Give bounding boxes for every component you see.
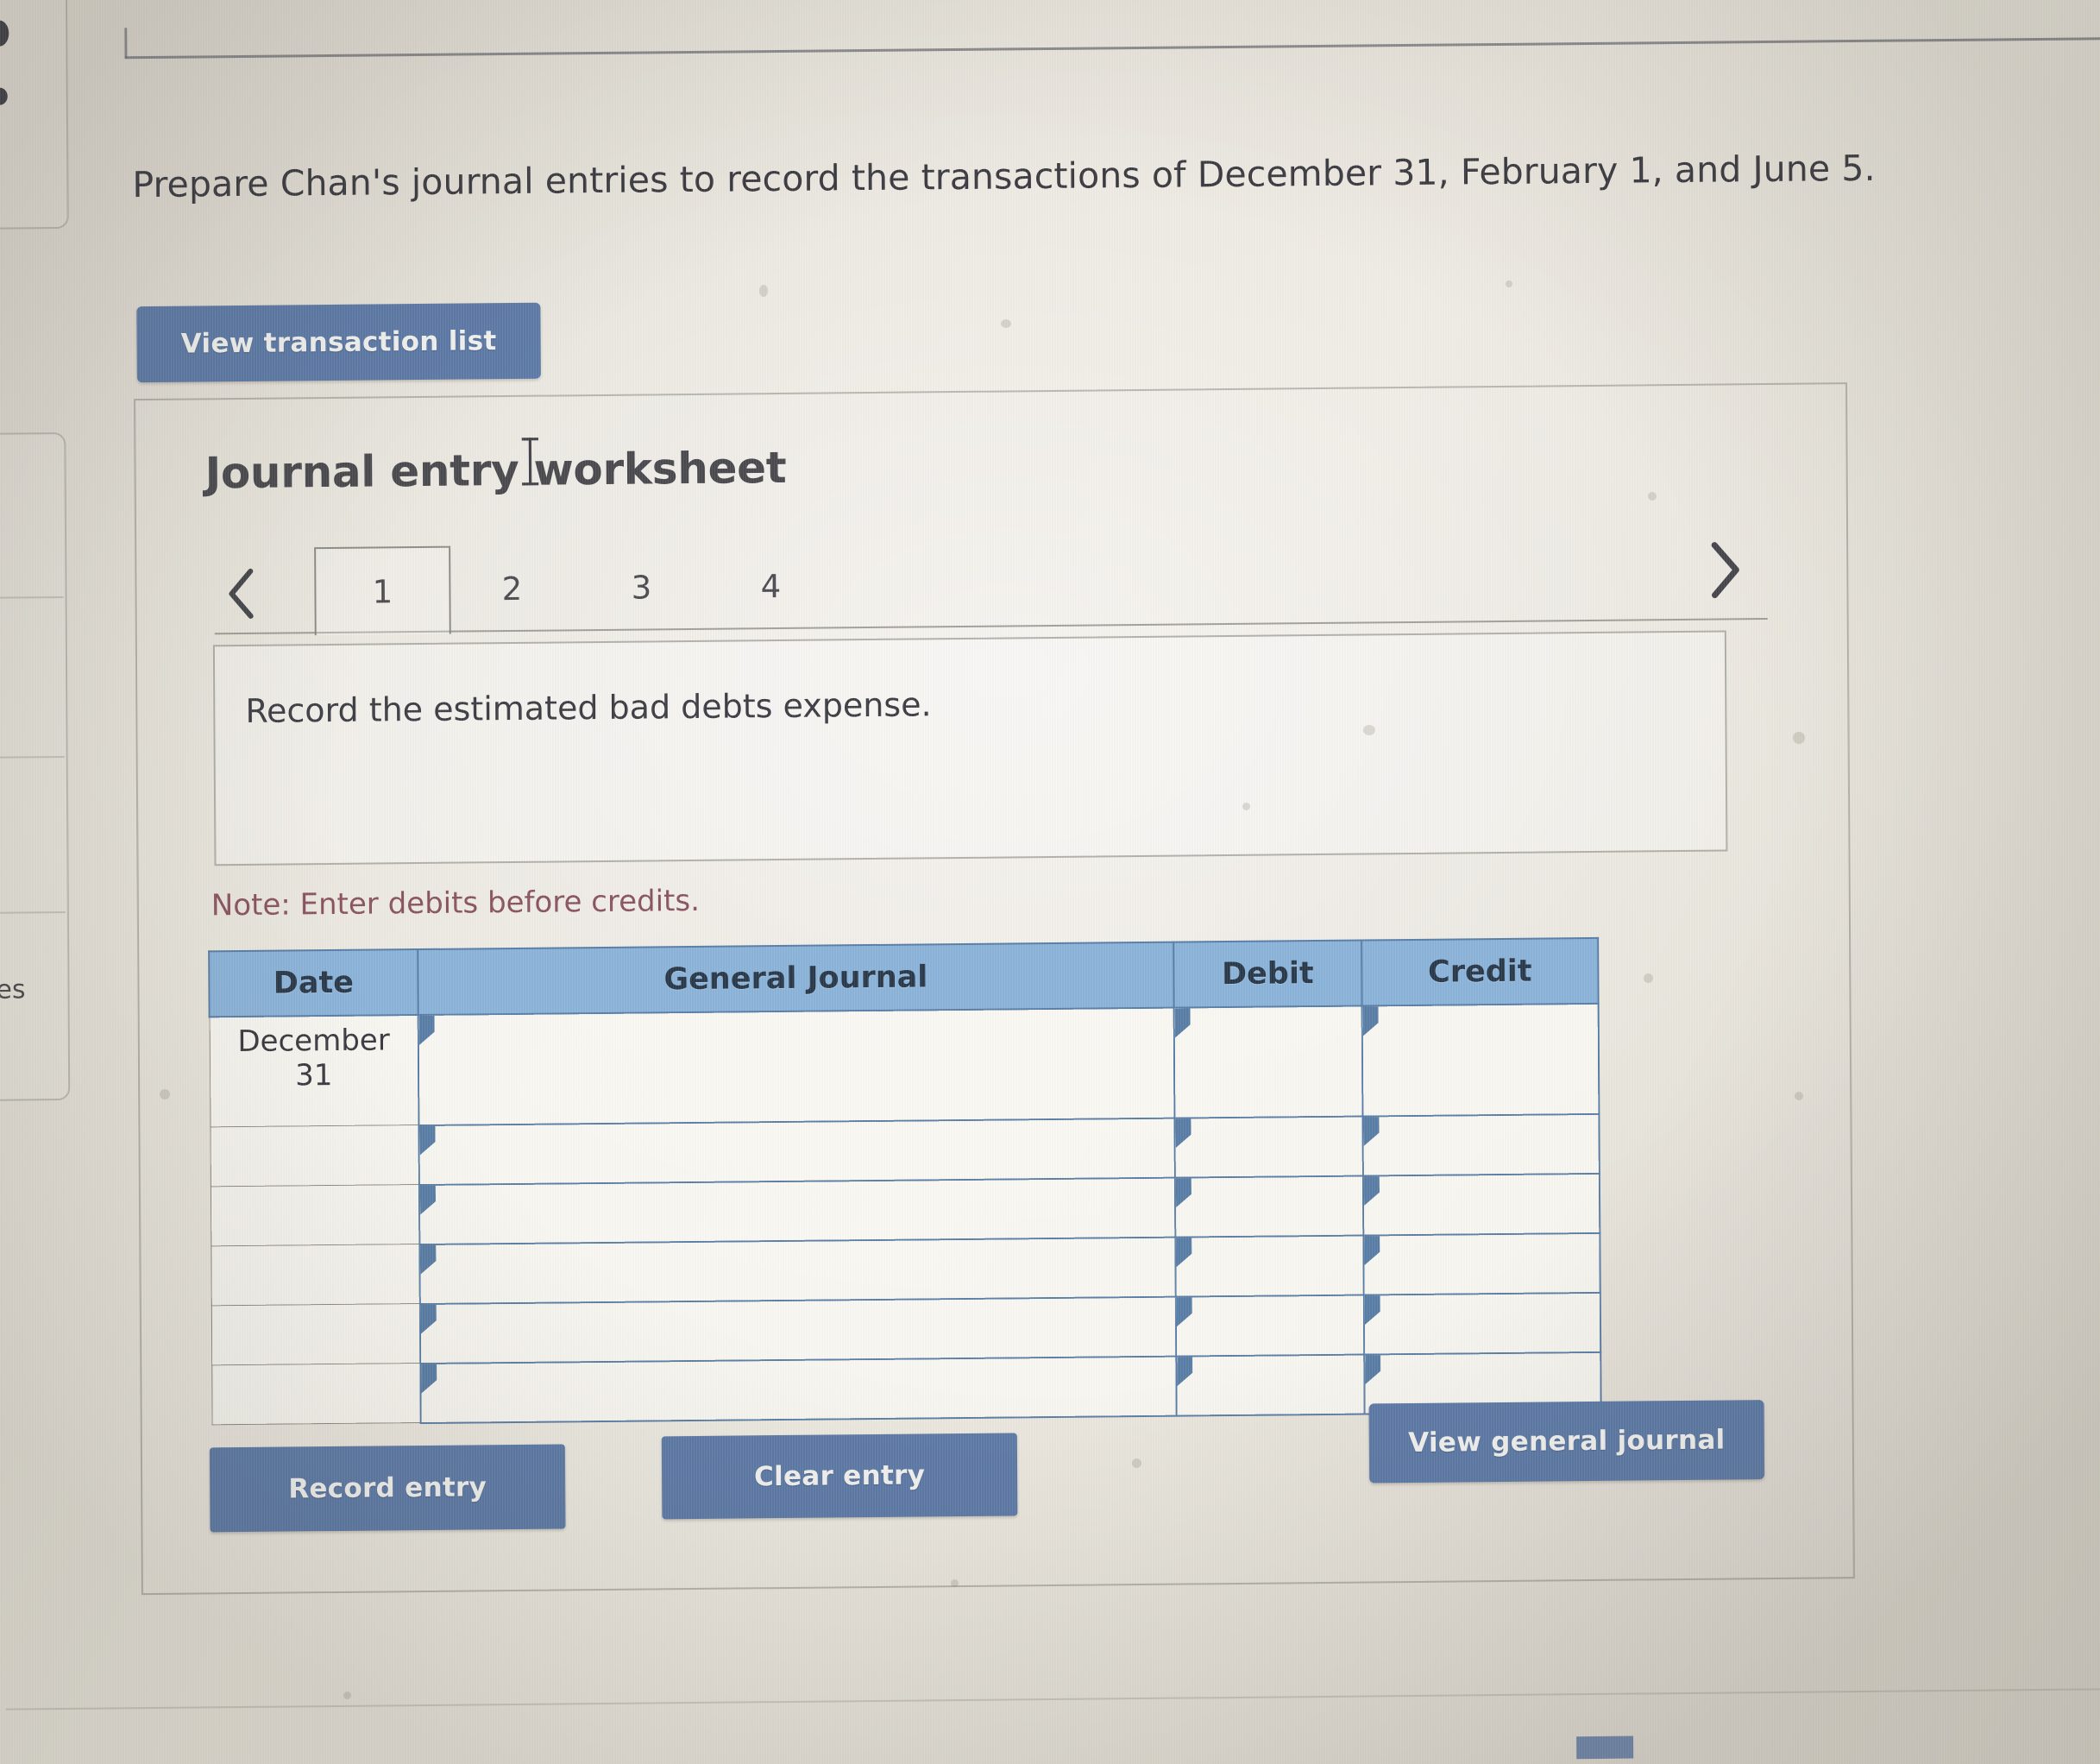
screen-photo: es : Prepare Chan's journal entries to r… <box>0 0 2100 1764</box>
cell-dropdown-flag-icon[interactable] <box>1363 1006 1379 1036</box>
sidebar-panel-top <box>0 0 69 230</box>
journal-entry-table: Date General Journal Debit Credit Decemb… <box>208 937 1601 1426</box>
chevron-right-icon[interactable] <box>1700 537 1748 603</box>
bottom-divider <box>5 1688 2100 1710</box>
journal-credit-cell[interactable] <box>1363 1292 1601 1355</box>
instruction-box <box>212 630 1728 866</box>
journal-account-cell[interactable] <box>419 1296 1177 1364</box>
cell-dropdown-flag-icon[interactable] <box>1175 1008 1191 1037</box>
column-header-debit: Debit <box>1173 940 1362 1008</box>
journal-debit-cell[interactable] <box>1174 1175 1364 1238</box>
bottom-toolbar-fragment[interactable] <box>1576 1736 1634 1760</box>
journal-date-cell[interactable] <box>210 1184 420 1246</box>
cell-dropdown-flag-icon[interactable] <box>419 1016 435 1045</box>
journal-credit-cell[interactable] <box>1361 1003 1600 1117</box>
journal-account-cell[interactable] <box>418 1007 1175 1125</box>
journal-debit-cell[interactable] <box>1175 1295 1365 1357</box>
instruction-text: Record the estimated bad debts expense. <box>245 685 932 730</box>
tab-3[interactable]: 3 <box>576 544 707 631</box>
cell-dropdown-flag-icon[interactable] <box>1176 1178 1191 1207</box>
cell-dropdown-flag-icon[interactable] <box>420 1244 436 1274</box>
journal-date-cell[interactable] <box>211 1363 421 1425</box>
cell-dropdown-flag-icon[interactable] <box>1365 1295 1380 1325</box>
journal-debit-cell[interactable] <box>1173 1005 1363 1118</box>
journal-date-cell[interactable] <box>211 1303 421 1365</box>
view-general-journal-button[interactable]: View general journal <box>1368 1400 1765 1484</box>
page-title: Prepare Chan's journal entries to record… <box>132 147 1876 206</box>
top-card-corner <box>124 28 128 60</box>
cell-dropdown-flag-icon[interactable] <box>1176 1238 1191 1267</box>
cell-dropdown-flag-icon[interactable] <box>1364 1236 1380 1265</box>
journal-date-cell[interactable]: December 31 <box>209 1015 419 1127</box>
text-cursor-icon <box>521 438 539 486</box>
cell-dropdown-flag-icon[interactable] <box>419 1125 435 1155</box>
journal-account-cell[interactable] <box>420 1356 1177 1423</box>
column-header-date: Date <box>209 949 418 1017</box>
record-entry-button[interactable]: Record entry <box>209 1444 566 1533</box>
journal-debit-cell[interactable] <box>1174 1116 1363 1178</box>
journal-credit-cell[interactable] <box>1363 1232 1600 1295</box>
bottom-text-fragment-left <box>1160 1748 1172 1764</box>
cell-dropdown-flag-icon[interactable] <box>421 1304 437 1333</box>
table-row: December 31 <box>209 1003 1600 1127</box>
journal-debit-cell[interactable] <box>1176 1354 1365 1416</box>
journal-credit-cell[interactable] <box>1362 1113 1600 1176</box>
cell-dropdown-flag-icon[interactable] <box>1365 1355 1380 1384</box>
chevron-left-icon[interactable] <box>219 564 262 623</box>
debits-before-credits-note: Note: Enter debits before credits. <box>211 883 701 923</box>
top-card-divider <box>124 36 2100 60</box>
cell-dropdown-flag-icon[interactable] <box>1175 1118 1191 1148</box>
bottom-text-fragment-right <box>1714 1742 1726 1764</box>
tab-1[interactable]: 1 <box>314 545 451 636</box>
cell-dropdown-flag-icon[interactable] <box>1363 1117 1379 1146</box>
journal-account-cell[interactable] <box>418 1118 1175 1185</box>
cell-dropdown-flag-icon[interactable] <box>1177 1357 1192 1386</box>
view-transaction-list-button[interactable]: View transaction list <box>136 302 541 383</box>
cell-dropdown-flag-icon[interactable] <box>1177 1297 1192 1326</box>
clear-entry-button[interactable]: Clear entry <box>661 1433 1018 1520</box>
column-header-general-journal: General Journal <box>418 942 1174 1016</box>
sidebar-item-label-fragment: es <box>0 974 26 1005</box>
journal-account-cell[interactable] <box>419 1237 1176 1304</box>
journal-debit-cell[interactable] <box>1175 1235 1364 1297</box>
journal-credit-cell[interactable] <box>1362 1173 1600 1236</box>
cell-dropdown-flag-icon[interactable] <box>421 1364 437 1393</box>
journal-account-cell[interactable] <box>418 1177 1176 1244</box>
tab-2[interactable]: 2 <box>447 545 577 632</box>
column-header-credit: Credit <box>1361 937 1599 1006</box>
cell-dropdown-flag-icon[interactable] <box>420 1185 436 1214</box>
page-content: es : Prepare Chan's journal entries to r… <box>0 0 2100 1764</box>
journal-date-cell[interactable] <box>211 1244 420 1306</box>
journal-date-cell[interactable] <box>210 1125 419 1187</box>
cell-dropdown-flag-icon[interactable] <box>1364 1176 1380 1206</box>
tab-4[interactable]: 4 <box>706 542 836 629</box>
worksheet-heading: Journal entry worksheet <box>204 442 787 499</box>
